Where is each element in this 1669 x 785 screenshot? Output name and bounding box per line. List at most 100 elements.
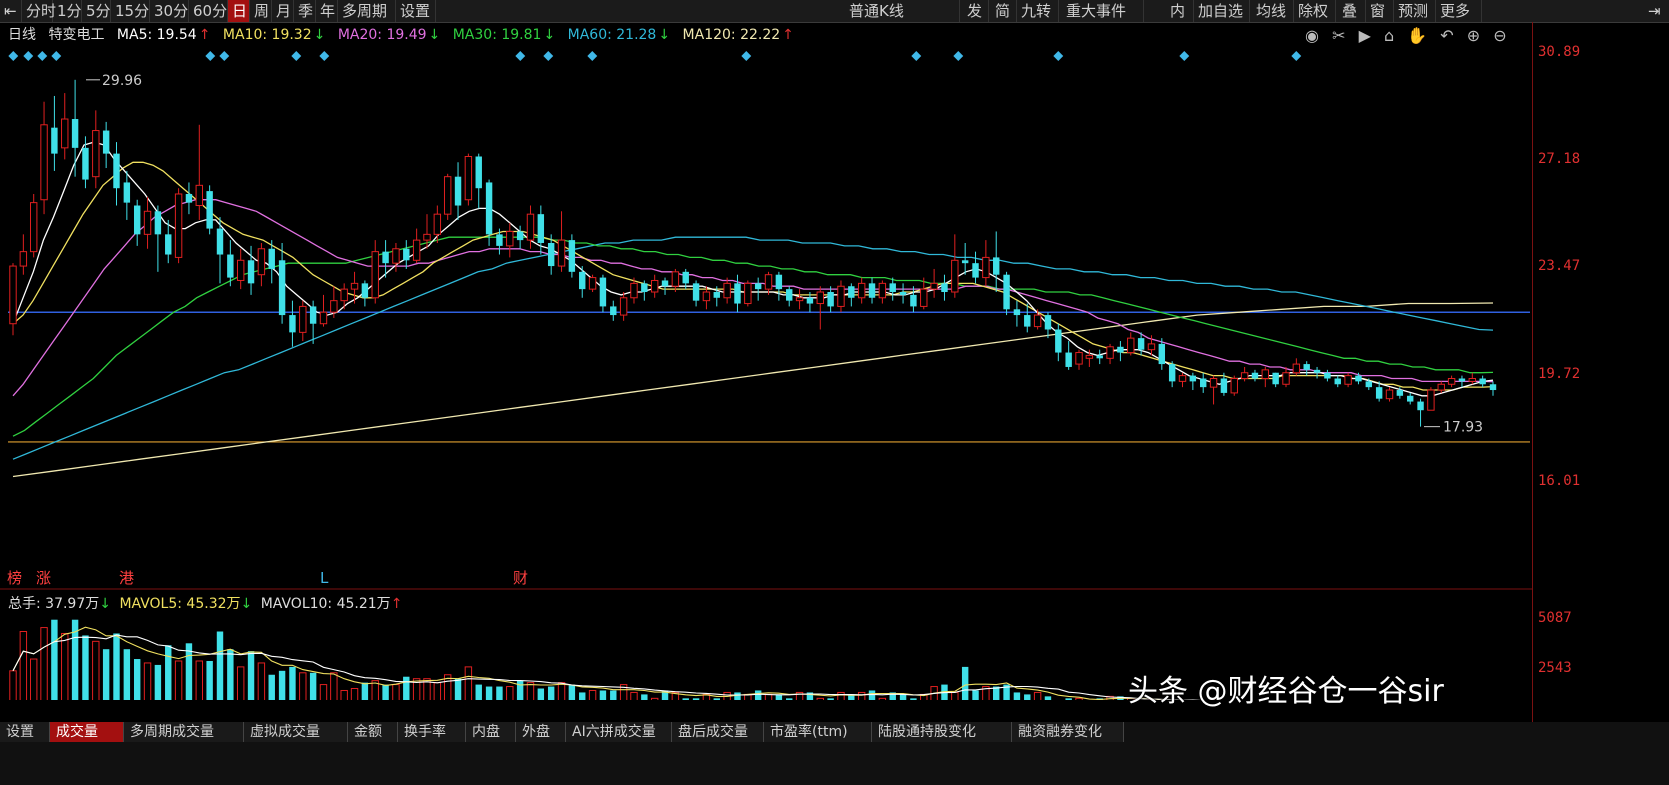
volume-bar-down [51, 619, 58, 700]
candle-body-down [1365, 381, 1373, 388]
volume-bar-down [278, 670, 286, 700]
candle-body-up [29, 202, 38, 253]
indicator-tab-11[interactable]: 陆股通持股变化 [872, 722, 1012, 742]
volume-bar-down [641, 694, 648, 700]
candle-body-down [1044, 315, 1052, 330]
candle-body-down [599, 277, 607, 307]
candle-body-down [692, 283, 700, 301]
candle-body-down [1117, 346, 1124, 353]
candle-body-down [247, 260, 255, 284]
candle-body-down [133, 205, 141, 235]
candle-body-down [610, 306, 617, 316]
candle-body-up [350, 282, 359, 290]
candle-body-down [51, 127, 58, 154]
candle-body-up [330, 300, 338, 313]
candle-body-down [786, 289, 793, 301]
candle-body-up [619, 297, 628, 316]
volume-bar-down [961, 666, 969, 700]
candle-body-up [506, 230, 514, 247]
indicator-tab-5[interactable]: 换手率 [398, 722, 466, 742]
candle-body-down [537, 214, 545, 243]
indicator-tab-0[interactable]: 设置 [0, 722, 50, 742]
indicator-tab-8[interactable]: AI六拼成交量 [566, 722, 672, 742]
candle-body-up [340, 288, 348, 302]
candle-body-up [299, 305, 307, 333]
volume-info-bar: 总手: 37.97万↓ MAVOL5: 45.32万↓ MAVOL10: 45.… [8, 594, 402, 614]
candle-body-down [227, 254, 234, 278]
candle-body-up [1240, 372, 1249, 379]
candle-body-down [961, 260, 969, 264]
candle-body-up [878, 282, 887, 299]
volume-bar-down [102, 649, 110, 700]
volume-bar-down [247, 651, 255, 700]
candle-body-up [795, 297, 804, 302]
volume-bar-up [816, 697, 824, 700]
candle-body-up [526, 213, 535, 241]
candle-body-up [40, 124, 48, 201]
candle-body-down [806, 297, 814, 304]
volume-bar-down [496, 686, 503, 700]
volume-bar-down [454, 678, 462, 700]
candle-body-down [1055, 329, 1062, 353]
volume-bar-up [588, 689, 597, 700]
volume-bar-down [382, 684, 389, 700]
volume-bar-down [268, 674, 275, 700]
candle-body-down [454, 176, 462, 206]
volume-bar-up [236, 666, 245, 700]
indicator-tab-6[interactable]: 内盘 [466, 722, 516, 742]
event-marker: 港 [119, 569, 134, 587]
candle-body-up [982, 256, 990, 279]
volume-bar-down [868, 690, 876, 700]
volume-bar-down [123, 649, 131, 700]
candle-body-up [433, 213, 442, 235]
event-diamond [1291, 51, 1302, 61]
volume-bar-up [195, 660, 204, 700]
volume-bar-down [579, 692, 586, 700]
total-volume-arrow: ↓ [99, 596, 111, 612]
volume-bar-down [309, 672, 317, 700]
indicator-tab-1[interactable]: 成交量 [50, 722, 124, 742]
volume-bar-up [764, 693, 773, 700]
candle-body-up [195, 184, 204, 207]
low-price-label: 17.93 [1443, 420, 1483, 436]
indicator-tab-7[interactable]: 外盘 [516, 722, 566, 742]
indicator-tab-9[interactable]: 盘后成交量 [672, 722, 764, 742]
volume-bar-down [1024, 694, 1031, 700]
candle-body-up [236, 259, 245, 281]
candle-body-up [837, 285, 845, 307]
mavol5-value: MAVOL5: 45.32万 [119, 596, 241, 612]
volume-bar-down [972, 690, 979, 700]
event-diamond [291, 51, 302, 61]
indicator-tab-10[interactable]: 市盈率(ttm) [764, 722, 872, 742]
volume-bar-up [299, 672, 307, 700]
candle-body-down [661, 280, 669, 287]
indicator-tab-2[interactable]: 多周期成交量 [124, 722, 244, 742]
indicator-tab-4[interactable]: 金额 [348, 722, 398, 742]
volume-axis-mid: 2543 [1538, 660, 1572, 676]
volume-bar-down [610, 690, 617, 700]
candle-body-up [744, 282, 752, 305]
candle-body-down [1489, 384, 1497, 391]
volume-bar-up [464, 666, 473, 700]
ma10-line [12, 161, 1494, 391]
candle-body-up [371, 251, 379, 299]
candle-body-up [1127, 337, 1135, 354]
candle-body-down [475, 156, 482, 189]
volume-bar-down [82, 635, 89, 700]
indicator-tab-3[interactable]: 虚拟成交量 [244, 722, 348, 742]
indicator-tab-12[interactable]: 融资融券变化 [1012, 722, 1124, 742]
candle-body-down [899, 292, 907, 295]
candle-body-down [206, 191, 213, 229]
candle-body-up [671, 271, 680, 287]
volume-bar-down [113, 633, 120, 700]
candle-body-up [1178, 375, 1187, 382]
candle-body-down [1458, 378, 1466, 382]
candle-body-up [1468, 377, 1477, 382]
collapse-arrow-icon[interactable]: ⇥ [1644, 0, 1669, 22]
candle-body-down [993, 257, 1000, 275]
candle-body-up [1230, 377, 1238, 394]
volume-bar-down [910, 698, 917, 700]
volume-bar-up [92, 640, 100, 700]
volume-bar-up [330, 672, 338, 700]
candle-body-down [848, 286, 855, 298]
